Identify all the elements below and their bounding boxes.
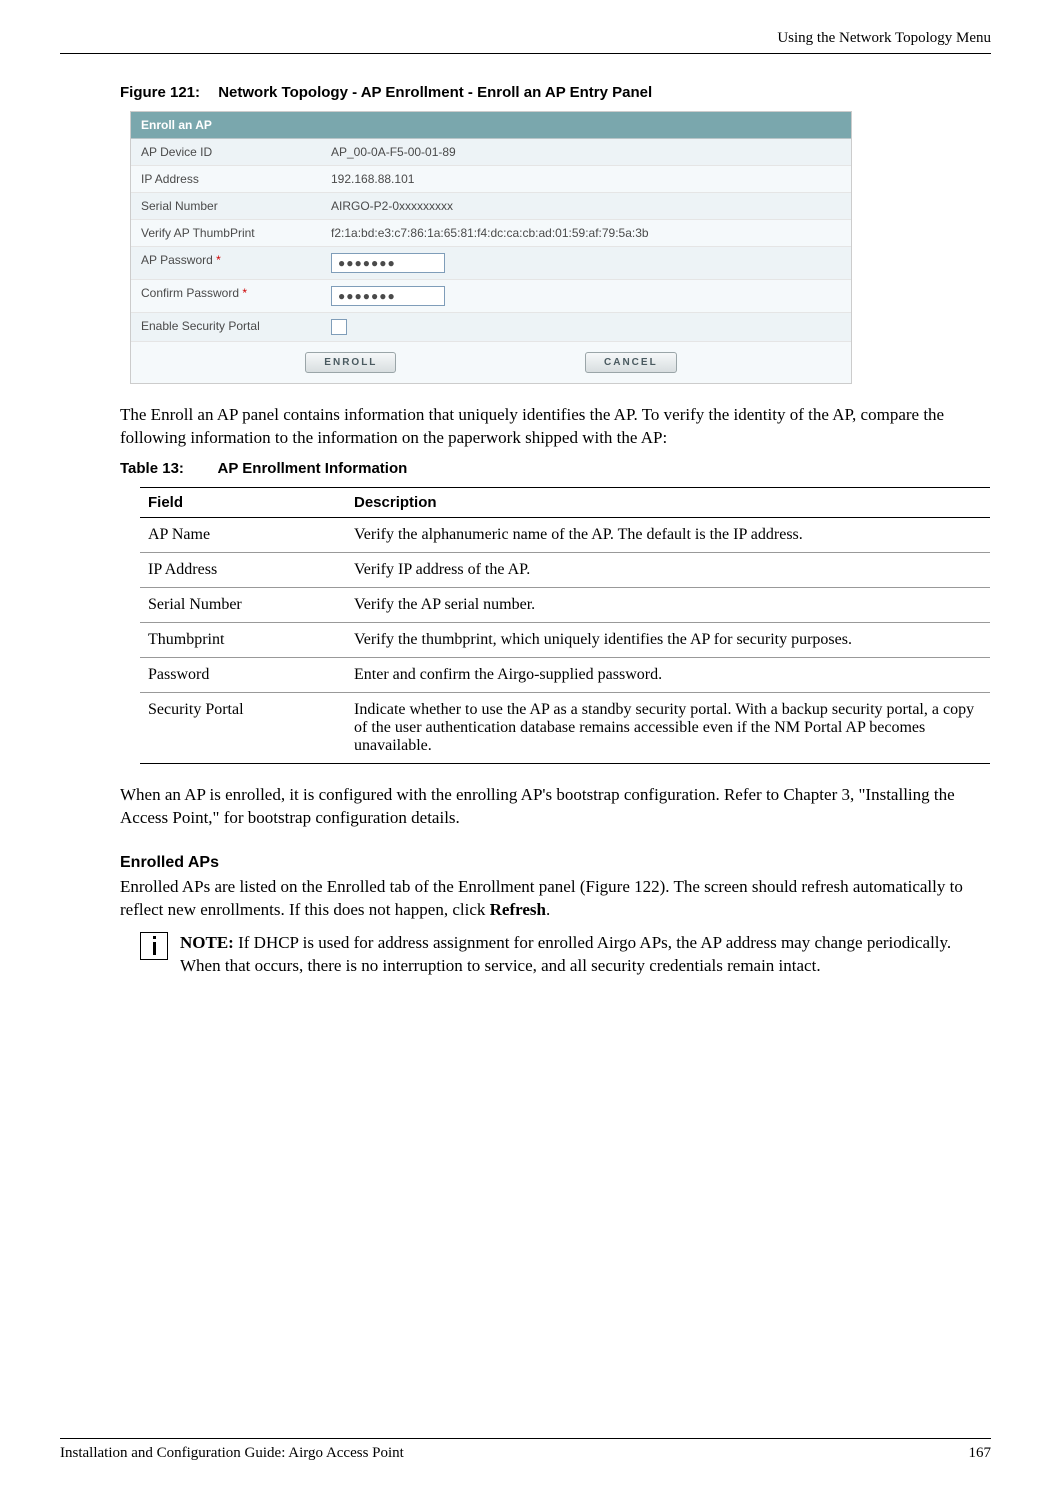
table-row: Security Portal Indicate whether to use … <box>140 692 990 763</box>
table-row: IP Address Verify IP address of the AP. <box>140 552 990 587</box>
subheading-enrolled-aps: Enrolled APs <box>120 854 991 872</box>
paragraph-intro: The Enroll an AP panel contains informat… <box>120 404 991 450</box>
label-security-portal: Enable Security Portal <box>131 313 321 341</box>
label-serial: Serial Number <box>131 193 321 219</box>
required-star: * <box>216 253 221 267</box>
label-password: AP Password * <box>131 247 321 279</box>
confirm-password-input[interactable]: ●●●●●●● <box>331 286 445 306</box>
paragraph-enrolled-aps: Enrolled APs are listed on the Enrolled … <box>120 876 991 922</box>
page-header: Using the Network Topology Menu <box>60 30 991 54</box>
note-text: NOTE: If DHCP is used for address assign… <box>180 932 970 978</box>
panel-title: Enroll an AP <box>131 112 851 139</box>
figure-number: Figure 121: <box>120 84 200 101</box>
table-row: Password Enter and confirm the Airgo-sup… <box>140 657 990 692</box>
cancel-button[interactable]: CANCEL <box>585 352 677 373</box>
col-field: Field <box>140 487 346 517</box>
table-title: AP Enrollment Information <box>218 460 408 477</box>
footer-doc-title: Installation and Configuration Guide: Ai… <box>60 1445 404 1462</box>
label-device-id: AP Device ID <box>131 139 321 165</box>
figure-title: Network Topology - AP Enrollment - Enrol… <box>218 84 652 101</box>
row-device-id: AP Device ID AP_00-0A-F5-00-01-89 <box>131 139 851 166</box>
section-title: Using the Network Topology Menu <box>777 30 991 46</box>
info-icon <box>140 932 168 960</box>
password-input[interactable]: ●●●●●●● <box>331 253 445 273</box>
table-caption: Table 13: AP Enrollment Information <box>120 460 991 477</box>
note-block: NOTE: If DHCP is used for address assign… <box>140 932 970 978</box>
button-row: ENROLL CANCEL <box>131 342 851 383</box>
row-confirm-password: Confirm Password * ●●●●●●● <box>131 280 851 313</box>
footer-page-number: 167 <box>969 1445 992 1462</box>
label-ip: IP Address <box>131 166 321 192</box>
row-password: AP Password * ●●●●●●● <box>131 247 851 280</box>
security-portal-checkbox[interactable] <box>331 319 347 335</box>
label-confirm-password: Confirm Password * <box>131 280 321 312</box>
paragraph-bootstrap: When an AP is enrolled, it is configured… <box>120 784 991 830</box>
figure-caption: Figure 121: Network Topology - AP Enroll… <box>120 84 991 101</box>
value-ip: 192.168.88.101 <box>321 166 851 192</box>
table-row: Serial Number Verify the AP serial numbe… <box>140 587 990 622</box>
required-star: * <box>242 286 247 300</box>
row-serial: Serial Number AIRGO-P2-0xxxxxxxxx <box>131 193 851 220</box>
enrollment-info-table: Field Description AP Name Verify the alp… <box>140 487 990 764</box>
row-thumbprint: Verify AP ThumbPrint f2:1a:bd:e3:c7:86:1… <box>131 220 851 247</box>
enroll-button[interactable]: ENROLL <box>305 352 396 373</box>
table-row: AP Name Verify the alphanumeric name of … <box>140 517 990 552</box>
row-ip: IP Address 192.168.88.101 <box>131 166 851 193</box>
value-thumbprint: f2:1a:bd:e3:c7:86:1a:65:81:f4:dc:ca:cb:a… <box>321 220 851 246</box>
enroll-ap-screenshot: Enroll an AP AP Device ID AP_00-0A-F5-00… <box>130 111 852 384</box>
table-row: Thumbprint Verify the thumbprint, which … <box>140 622 990 657</box>
col-desc: Description <box>346 487 990 517</box>
table-number: Table 13: <box>120 460 184 477</box>
label-thumbprint: Verify AP ThumbPrint <box>131 220 321 246</box>
row-security-portal: Enable Security Portal <box>131 313 851 342</box>
page-footer: Installation and Configuration Guide: Ai… <box>60 1438 991 1462</box>
value-device-id: AP_00-0A-F5-00-01-89 <box>321 139 851 165</box>
value-serial: AIRGO-P2-0xxxxxxxxx <box>321 193 851 219</box>
